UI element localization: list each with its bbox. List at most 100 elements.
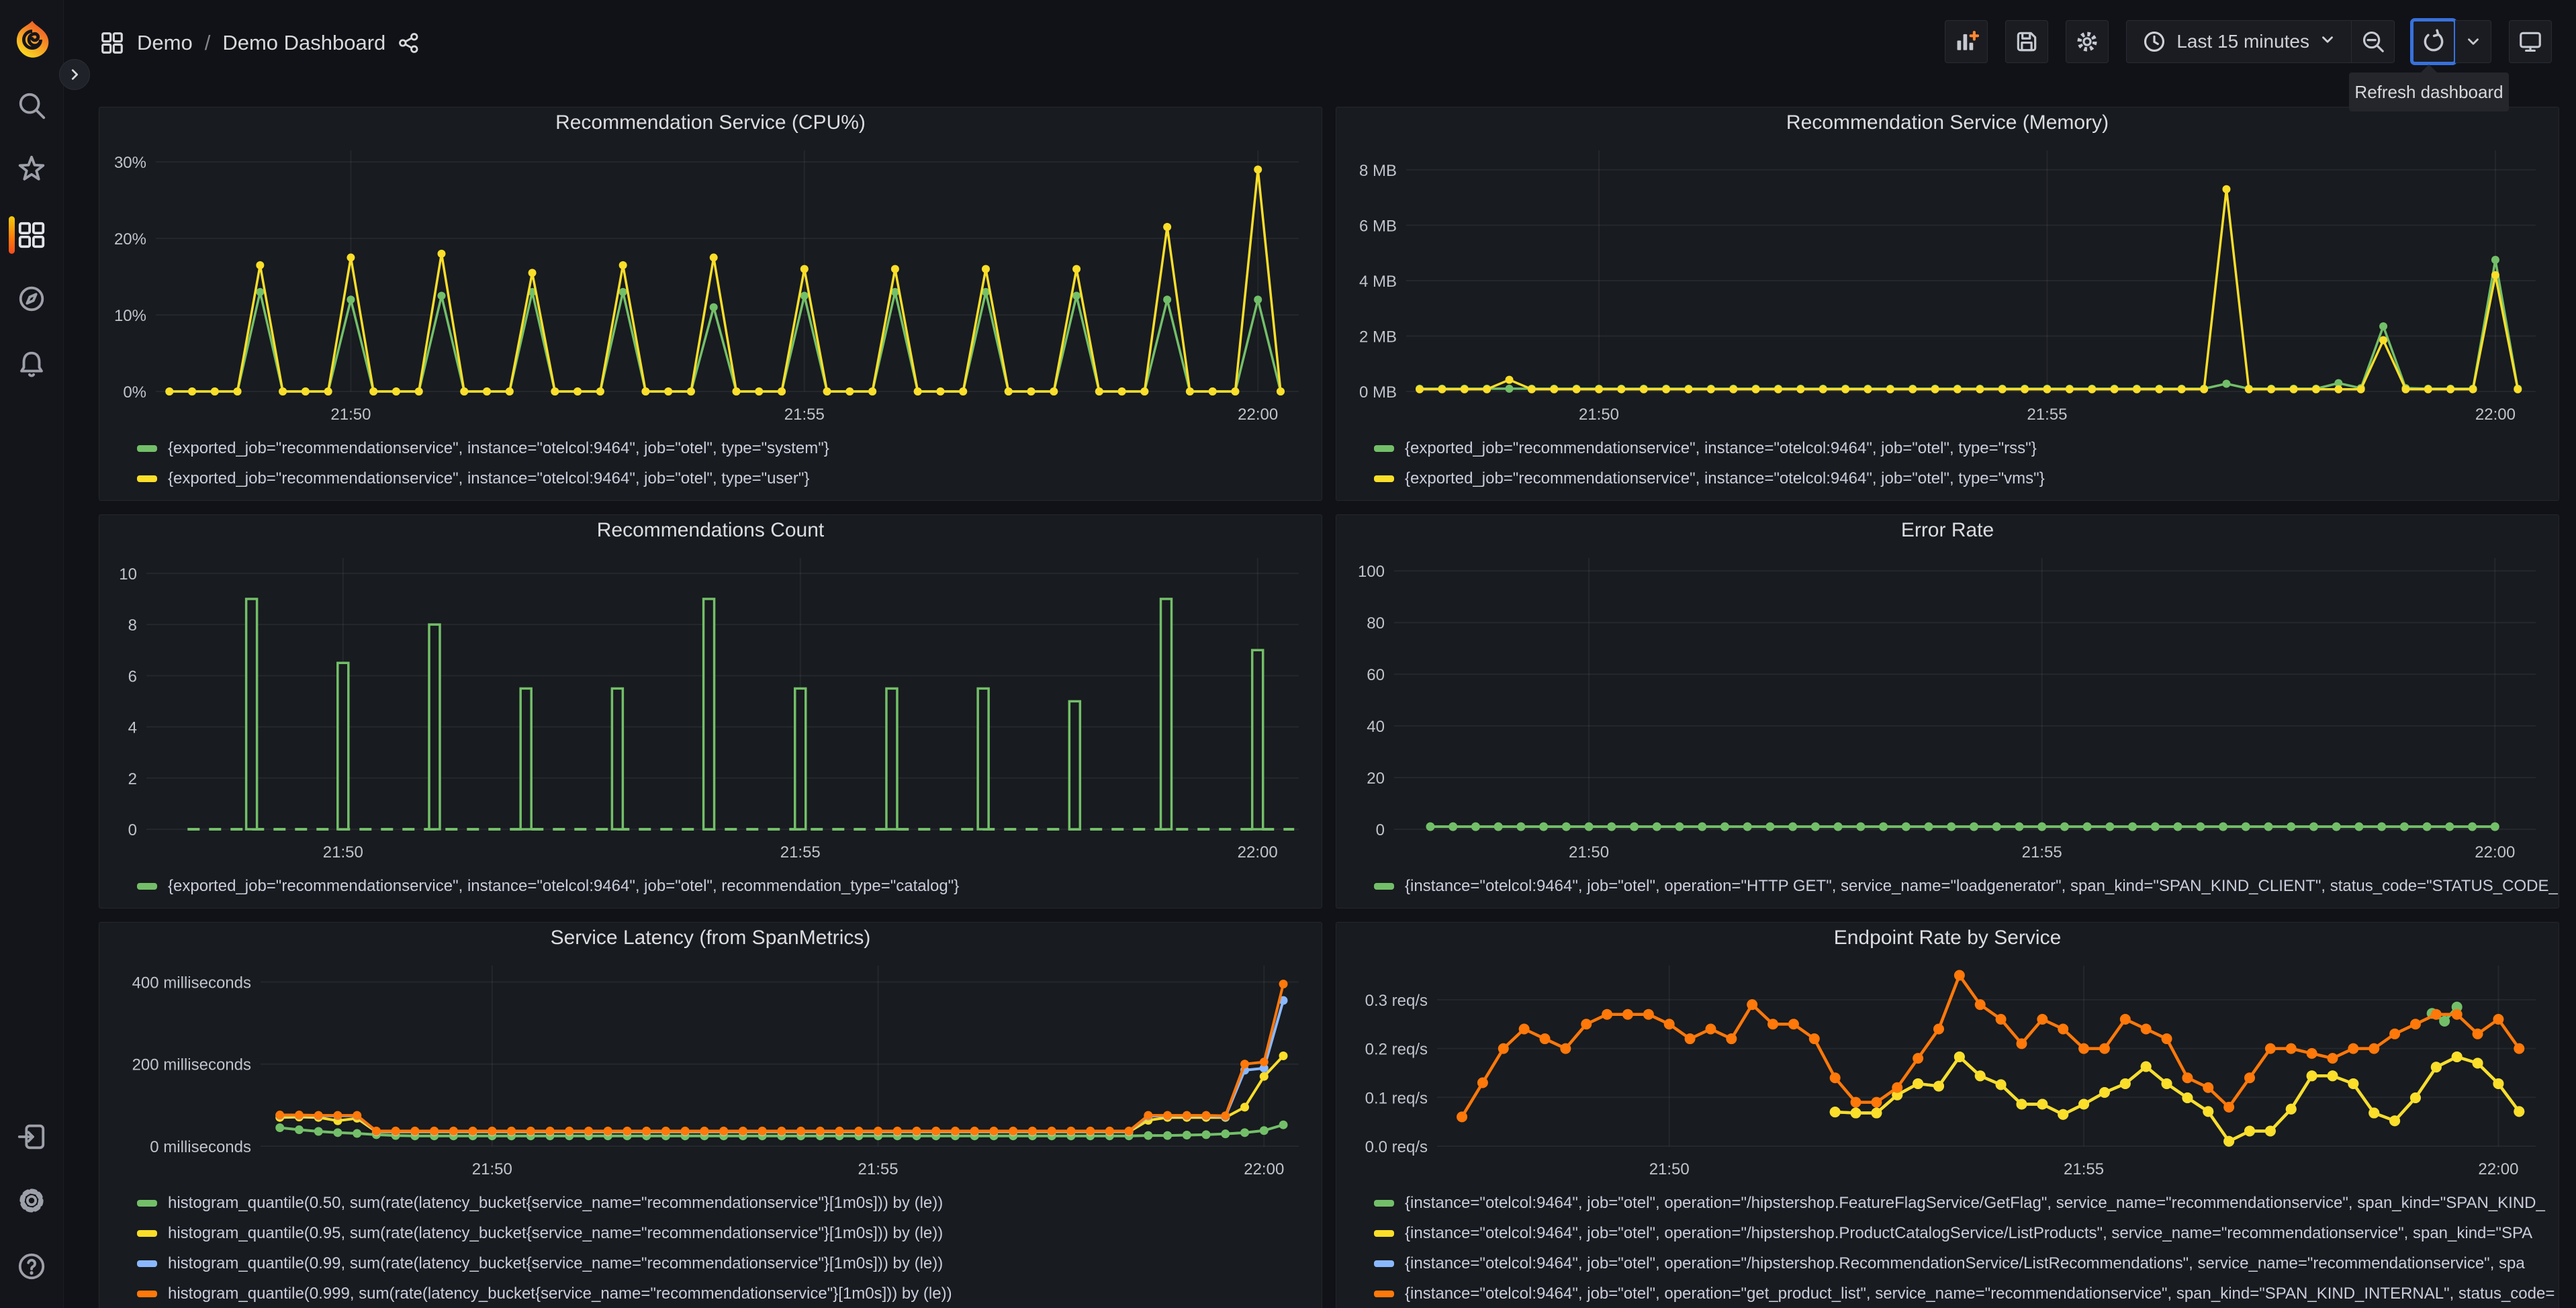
star-icon [18, 155, 45, 181]
svg-text:22:00: 22:00 [2478, 1160, 2518, 1178]
legend-row: {instance="otelcol:9464", job="otel", op… [1374, 1218, 2559, 1248]
sidebar-item-search[interactable] [0, 81, 63, 130]
legend-row: {exported_job="recommendationservice", i… [1374, 433, 2559, 463]
panel-service-latency: Service Latency (from SpanMetrics) 21:50… [99, 922, 1322, 1308]
share-icon [399, 33, 418, 53]
refresh-icon [2424, 29, 2444, 52]
legend-label[interactable]: {instance="otelcol:9464", job="otel", op… [1405, 1194, 2545, 1213]
svg-text:21:55: 21:55 [858, 1160, 899, 1178]
legend-row: {exported_job="recommendationservice", i… [137, 871, 1322, 901]
legend-label[interactable]: {exported_job="recommendationservice", i… [1405, 469, 2045, 488]
refresh-dashboard-button[interactable] [2410, 18, 2457, 65]
svg-text:2 MB: 2 MB [1359, 328, 1397, 346]
legend-label[interactable]: histogram_quantile(0.95, sum(rate(latenc… [168, 1224, 943, 1243]
cpu-chart[interactable]: 21:50 21:55 22:00 0% 10% 20% 30% [99, 138, 1322, 430]
panel-title[interactable]: Error Rate [1336, 515, 2559, 546]
legend-label[interactable]: {exported_job="recommendationservice", i… [168, 439, 829, 458]
cycle-view-mode-button[interactable] [2509, 20, 2552, 63]
recommendations-count-chart[interactable]: 21:50 21:55 22:00 0 2 4 6 8 10 [99, 546, 1322, 868]
refresh-interval-dropdown[interactable] [2455, 20, 2491, 63]
add-panel-button[interactable] [1945, 20, 1988, 63]
panel-title[interactable]: Endpoint Rate by Service [1336, 923, 2559, 953]
time-range-picker[interactable]: Last 15 minutes [2126, 20, 2352, 63]
svg-text:40: 40 [1367, 718, 1385, 736]
zoom-out-time-button[interactable] [2352, 20, 2395, 63]
sidebar-item-starred[interactable] [0, 145, 63, 193]
grafana-logo[interactable] [11, 19, 53, 60]
legend-swatch [137, 1229, 157, 1237]
panel-title[interactable]: Recommendations Count [99, 515, 1322, 546]
legend-row: {exported_job="recommendationservice", i… [137, 433, 1322, 463]
svg-text:22:00: 22:00 [1238, 406, 1278, 424]
dashboard-settings-button[interactable] [2066, 20, 2109, 63]
panel-recommendation-service-memory: Recommendation Service (Memory) 21:50 21:… [1336, 107, 2559, 501]
sidebar-item-sign-in[interactable] [0, 1113, 63, 1161]
chevron-down-icon [2467, 38, 2479, 45]
error-rate-chart[interactable]: 21:50 21:55 22:00 0 20 40 60 80 100 [1336, 546, 2559, 868]
sidebar-item-dashboards[interactable] [0, 211, 63, 259]
svg-text:60: 60 [1367, 666, 1385, 684]
svg-text:21:55: 21:55 [2064, 1160, 2104, 1178]
legend-swatch [1374, 475, 1394, 482]
svg-text:20: 20 [1367, 769, 1385, 788]
legend-label[interactable]: histogram_quantile(0.99, sum(rate(latenc… [168, 1254, 943, 1273]
legend-row: {instance="otelcol:9464", job="otel", op… [1374, 1248, 2559, 1278]
breadcrumb-dashboard[interactable]: Demo Dashboard [222, 31, 385, 55]
legend-row: histogram_quantile(0.95, sum(rate(latenc… [137, 1218, 1322, 1248]
tooltip-arrow [2420, 64, 2438, 73]
panel-title[interactable]: Recommendation Service (Memory) [1336, 107, 2559, 138]
sidebar-item-explore[interactable] [0, 275, 63, 323]
legend-label[interactable]: histogram_quantile(0.50, sum(rate(latenc… [168, 1194, 943, 1213]
svg-text:0.1 req/s: 0.1 req/s [1365, 1089, 1428, 1107]
save-dashboard-button[interactable] [2005, 20, 2049, 63]
legend-label[interactable]: {exported_job="recommendationservice", i… [168, 469, 809, 488]
svg-text:21:55: 21:55 [2027, 406, 2067, 424]
svg-text:0 milliseconds: 0 milliseconds [150, 1138, 251, 1156]
legend: histogram_quantile(0.50, sum(rate(latenc… [99, 1185, 1322, 1308]
breadcrumb-folder[interactable]: Demo [137, 31, 193, 55]
grafana-dashboard: Demo / Demo Dashboard Last 15 minutes Re… [0, 0, 2576, 1308]
latency-chart[interactable]: 21:50 21:55 22:00 0 milliseconds 200 millise… [99, 953, 1322, 1185]
gear-icon [19, 1188, 44, 1213]
svg-text:21:50: 21:50 [323, 843, 363, 861]
sidebar-item-help[interactable] [0, 1242, 63, 1291]
panel-title[interactable]: Service Latency (from SpanMetrics) [99, 923, 1322, 953]
legend-row: {instance="otelcol:9464", job="otel", op… [1374, 871, 2559, 901]
memory-chart[interactable]: 21:50 21:55 22:00 0 MB 2 MB 4 MB 6 MB 8 MB [1336, 138, 2559, 430]
apps-icon [101, 32, 123, 54]
legend-row: {instance="otelcol:9464", job="otel", op… [1374, 1278, 2559, 1308]
legend: {instance="otelcol:9464", job="otel", op… [1336, 1185, 2559, 1308]
legend-row: histogram_quantile(0.50, sum(rate(latenc… [137, 1188, 1322, 1218]
chevron-down-icon [2319, 31, 2336, 53]
sidebar-expand-button[interactable] [59, 59, 90, 90]
svg-text:10: 10 [119, 565, 137, 583]
svg-text:22:00: 22:00 [2475, 843, 2515, 861]
panel-recommendations-count: Recommendations Count 21:50 21:55 22:00 0 2 4… [99, 514, 1322, 908]
sidebar-item-alerting[interactable] [0, 340, 63, 389]
legend-label[interactable]: {instance="otelcol:9464", job="otel", op… [1405, 877, 2559, 896]
endpoint-rate-chart[interactable]: 21:50 21:55 22:00 0.0 req/s 0.1 req/s 0.2 req… [1336, 953, 2559, 1185]
legend-label[interactable]: {instance="otelcol:9464", job="otel", op… [1405, 1254, 2525, 1273]
compass-icon [19, 286, 44, 312]
share-dashboard-button[interactable] [398, 32, 420, 54]
legend-swatch [1374, 882, 1394, 890]
sign-in-icon [17, 1124, 45, 1150]
legend-label[interactable]: {instance="otelcol:9464", job="otel", op… [1405, 1224, 2532, 1243]
refresh-group [2410, 18, 2491, 65]
legend: {instance="otelcol:9464", job="otel", op… [1336, 868, 2559, 908]
legend-label[interactable]: {instance="otelcol:9464", job="otel", op… [1405, 1284, 2555, 1303]
svg-text:22:00: 22:00 [2475, 406, 2516, 424]
breadcrumb: Demo / Demo Dashboard [99, 24, 420, 62]
panel-endpoint-rate-by-service: Endpoint Rate by Service 21:50 21:55 22:00… [1336, 922, 2559, 1308]
svg-text:0.2 req/s: 0.2 req/s [1365, 1041, 1428, 1059]
svg-text:21:50: 21:50 [1649, 1160, 1690, 1178]
legend-label[interactable]: histogram_quantile(0.999, sum(rate(laten… [168, 1284, 952, 1303]
legend-label[interactable]: {exported_job="recommendationservice", i… [168, 877, 959, 896]
legend-label[interactable]: {exported_job="recommendationservice", i… [1405, 439, 2037, 458]
legend-swatch [137, 882, 157, 890]
sidebar-item-configuration[interactable] [0, 1176, 63, 1225]
zoom-out-icon [2362, 31, 2384, 52]
panel-title[interactable]: Recommendation Service (CPU%) [99, 107, 1322, 138]
chevron-right-icon [71, 69, 79, 80]
panel-error-rate: Error Rate 21:50 21:55 22:00 0 20 40 60 80 100 {… [1336, 514, 2559, 908]
